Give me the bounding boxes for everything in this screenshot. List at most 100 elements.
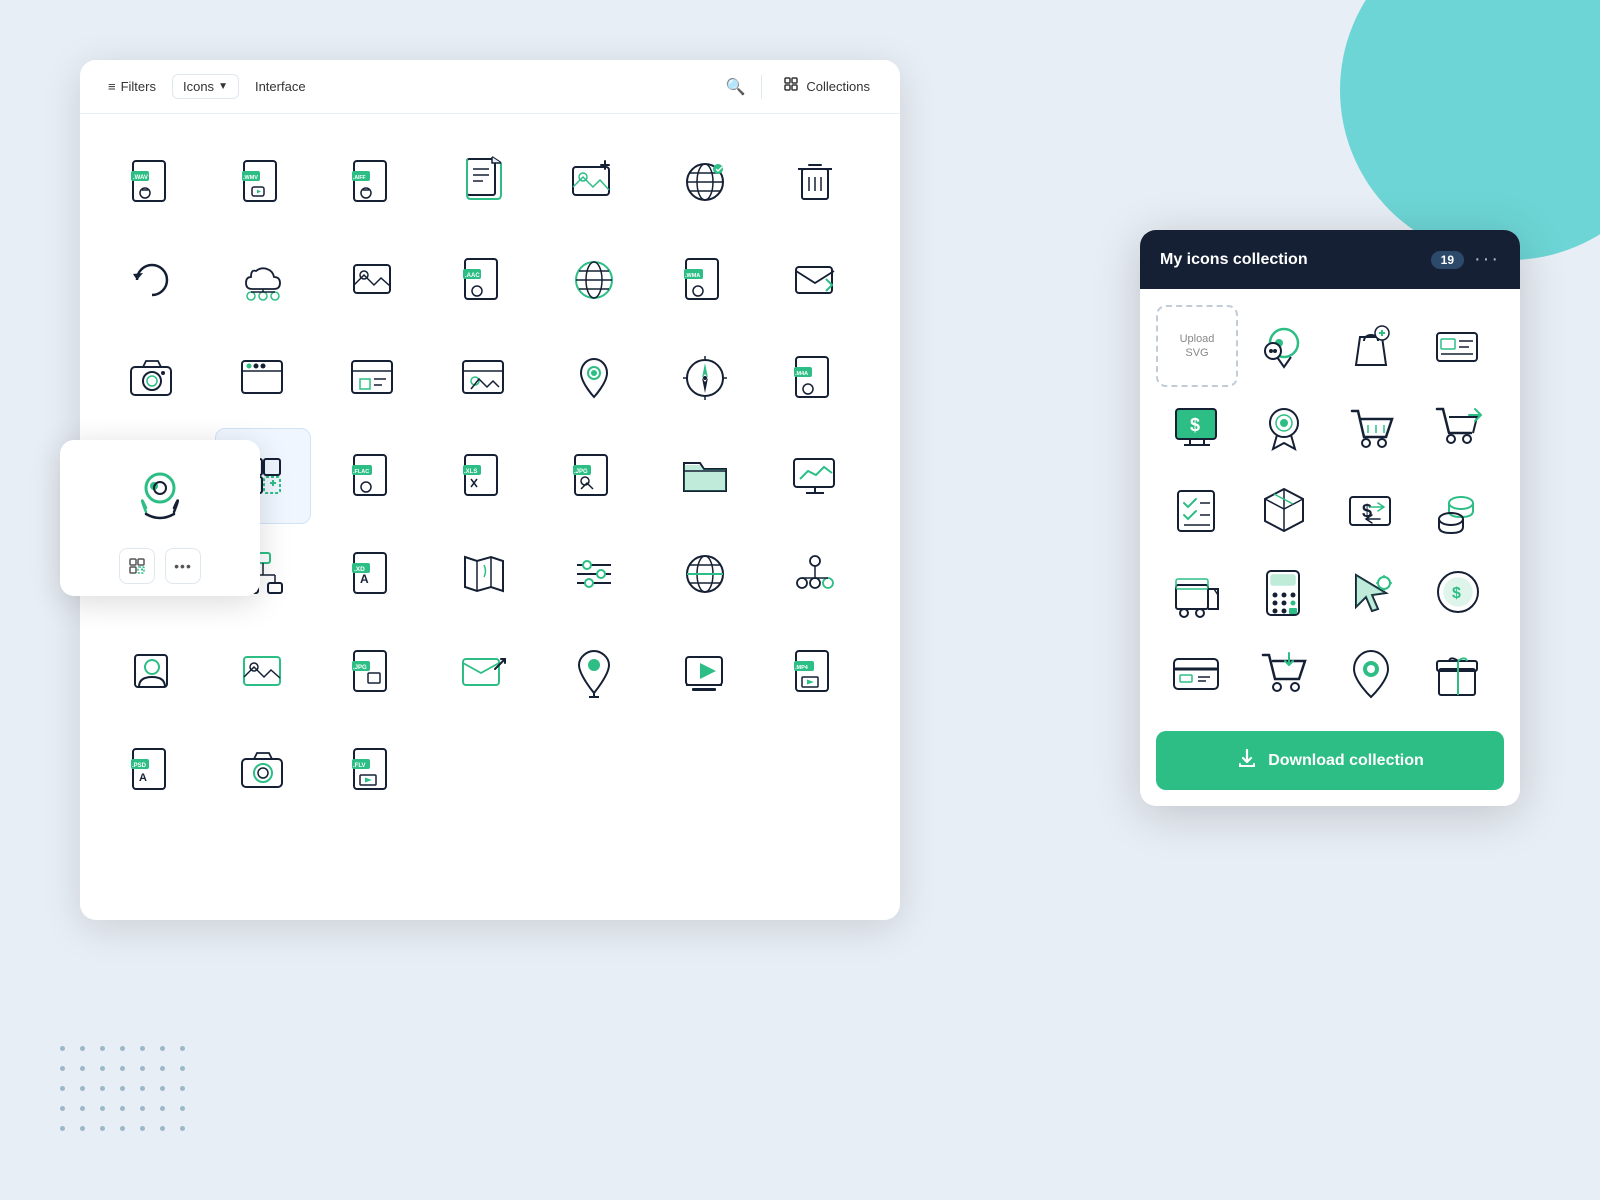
panel-icon-delivery[interactable] xyxy=(1156,551,1238,633)
svg-text:.WAV: .WAV xyxy=(133,175,148,181)
tooltip-actions: ••• xyxy=(119,548,201,584)
panel-title: My icons collection xyxy=(1160,251,1421,269)
icon-browser-edit[interactable] xyxy=(325,330,421,426)
icons-dropdown[interactable]: Icons ▼ xyxy=(172,74,239,99)
panel-icon-cart-arrow[interactable] xyxy=(1417,387,1499,469)
download-icon xyxy=(1236,747,1258,774)
icon-map[interactable] xyxy=(436,526,532,622)
panel-count: 19 xyxy=(1431,251,1464,269)
icon-email-send[interactable] xyxy=(436,624,532,720)
filter-icon: ≡ xyxy=(108,79,116,94)
panel-menu-button[interactable]: ··· xyxy=(1474,248,1500,271)
svg-text:.AAC: .AAC xyxy=(465,273,480,279)
panel-icon-dollar-coin[interactable]: $ xyxy=(1417,551,1499,633)
icon-refresh[interactable] xyxy=(104,232,200,328)
icon-globe[interactable] xyxy=(657,134,753,230)
icon-jpg[interactable]: .JPG xyxy=(546,428,642,524)
panel-icon-cart-download[interactable] xyxy=(1243,633,1325,715)
icon-aiff[interactable]: .AIFF xyxy=(325,134,421,230)
icon-globe3[interactable] xyxy=(657,526,753,622)
svg-text:.PSD: .PSD xyxy=(132,763,147,769)
panel-icon-location-pin[interactable] xyxy=(1330,633,1412,715)
panel-icon-cursor[interactable] xyxy=(1330,551,1412,633)
panel-icon-coins[interactable] xyxy=(1417,469,1499,551)
icon-compass[interactable] xyxy=(657,330,753,426)
icon-image-upload[interactable] xyxy=(546,134,642,230)
icon-monitor-chart[interactable] xyxy=(767,428,863,524)
toolbar-divider xyxy=(761,75,762,99)
search-button[interactable]: 🔍 xyxy=(721,73,749,101)
svg-text:.AIFF: .AIFF xyxy=(353,175,366,181)
add-to-collection-btn[interactable] xyxy=(119,548,155,584)
download-collection-button[interactable]: Download collection xyxy=(1156,731,1504,790)
icon-trash[interactable] xyxy=(767,134,863,230)
icon-wmv[interactable]: .WMV xyxy=(215,134,311,230)
download-label: Download collection xyxy=(1268,752,1424,770)
icon-m4a[interactable]: .M4A xyxy=(767,330,863,426)
icon-mp4[interactable]: .MP4 xyxy=(767,624,863,720)
icon-flv[interactable]: .FLV xyxy=(325,722,421,818)
upload-svg-label: UploadSVG xyxy=(1180,332,1215,361)
panel-icon-dollar-exchange[interactable]: $ xyxy=(1330,469,1412,551)
collections-button[interactable]: Collections xyxy=(774,73,880,100)
toolbar: ≡ Filters Icons ▼ 🔍 Collections xyxy=(80,60,900,114)
upload-svg-button[interactable]: UploadSVG xyxy=(1156,305,1238,387)
panel-header: My icons collection 19 ··· xyxy=(1140,230,1520,289)
icon-pin[interactable] xyxy=(546,330,642,426)
svg-text:.JPG: .JPG xyxy=(574,469,588,475)
svg-text:.XLS: .XLS xyxy=(464,469,477,475)
icon-network[interactable] xyxy=(767,526,863,622)
filters-label: Filters xyxy=(121,79,156,94)
icon-window[interactable] xyxy=(215,330,311,426)
decorative-circle xyxy=(1340,0,1600,260)
svg-text:A: A xyxy=(360,572,369,586)
icon-aac[interactable]: .AAC xyxy=(436,232,532,328)
icon-wav[interactable]: .WAV xyxy=(104,134,200,230)
icon-cloud-network[interactable] xyxy=(215,232,311,328)
collections-panel: My icons collection 19 ··· UploadSVG xyxy=(1140,230,1520,806)
panel-icon-award[interactable] xyxy=(1243,387,1325,469)
collections-label: Collections xyxy=(806,79,870,94)
tooltip-icon-preview xyxy=(120,458,200,538)
icon-browser-image[interactable] xyxy=(436,330,532,426)
panel-icon-gift[interactable] xyxy=(1417,633,1499,715)
icon-xd-file[interactable]: .XD A xyxy=(325,526,421,622)
panel-icon-id-card[interactable] xyxy=(1417,305,1499,387)
icon-wma[interactable]: .WMA xyxy=(657,232,753,328)
icon-settings[interactable] xyxy=(546,526,642,622)
icon-email[interactable] xyxy=(767,232,863,328)
svg-text:$: $ xyxy=(1190,415,1200,435)
panel-icon-checklist[interactable] xyxy=(1156,469,1238,551)
svg-text:.M4A: .M4A xyxy=(795,371,808,377)
panel-icon-monitor-dollar[interactable]: $ xyxy=(1156,387,1238,469)
panel-icon-calculator[interactable] xyxy=(1243,551,1325,633)
icon-jpg2[interactable]: .JPG xyxy=(325,624,421,720)
icon-avatar[interactable] xyxy=(104,624,200,720)
panel-icon-chat[interactable] xyxy=(1243,305,1325,387)
grid-icon xyxy=(784,77,800,96)
icon-camera[interactable] xyxy=(104,330,200,426)
svg-text:$: $ xyxy=(1452,585,1461,602)
panel-icon-package[interactable] xyxy=(1243,469,1325,551)
icon-landscape[interactable] xyxy=(325,232,421,328)
icon-xls[interactable]: .XLS xyxy=(436,428,532,524)
svg-text:A: A xyxy=(139,772,147,784)
filters-button[interactable]: ≡ Filters xyxy=(100,75,164,98)
icon-document[interactable] xyxy=(436,134,532,230)
panel-icon-shopping-bag-add[interactable] xyxy=(1330,305,1412,387)
icon-camera2[interactable] xyxy=(215,722,311,818)
icon-image2[interactable] xyxy=(215,624,311,720)
icon-psd[interactable]: .PSD A xyxy=(104,722,200,818)
more-options-btn[interactable]: ••• xyxy=(165,548,201,584)
icon-flac[interactable]: .FLAC xyxy=(325,428,421,524)
svg-text:.FLV: .FLV xyxy=(353,763,366,769)
search-input[interactable] xyxy=(247,75,714,98)
panel-icon-cart[interactable] xyxy=(1330,387,1412,469)
icon-video-play[interactable] xyxy=(657,624,753,720)
icon-globe2[interactable] xyxy=(546,232,642,328)
icon-pin2[interactable] xyxy=(546,624,642,720)
panel-icons-grid: UploadSVG xyxy=(1140,289,1520,727)
panel-icon-credit-card[interactable] xyxy=(1156,633,1238,715)
icon-folder-open[interactable] xyxy=(657,428,753,524)
dot-grid-decoration xyxy=(60,1046,194,1140)
